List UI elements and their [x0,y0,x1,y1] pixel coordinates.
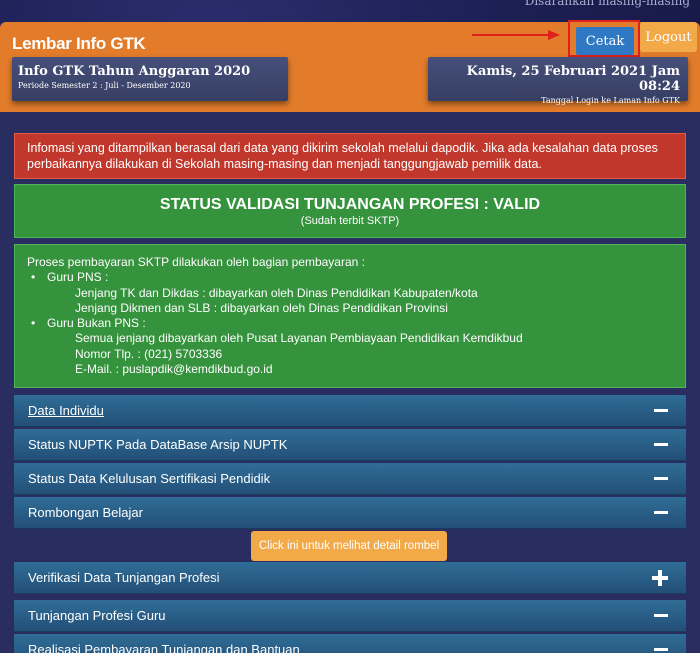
rombel-detail-button[interactable]: Click ini untuk melihat detail rombel [251,531,447,561]
period-subtitle: Periode Semester 2 : Juli - Desember 202… [18,81,191,90]
minus-icon[interactable] [654,511,668,514]
process-intro: Proses pembayaran SKTP dilakukan oleh ba… [27,255,365,269]
accordion-status-kelulusan[interactable]: Status Data Kelulusan Sertifikasi Pendid… [14,463,686,495]
accordion-rombongan-belajar[interactable]: Rombongan Belajar [14,497,686,529]
accordion-label: Status Data Kelulusan Sertifikasi Pendid… [28,471,271,486]
nonpns-line-2: Nomor Tlp. : (021) 5703336 [75,346,223,361]
login-date-title: Kamis, 25 Februari 2021 Jam 08:24 [466,64,680,94]
validation-status-heading: STATUS VALIDASI TUNJANGAN PROFESI : VALI… [159,196,541,213]
pns-line-1: Jenjang TK dan Dikdas : dibayarkan oleh … [75,285,478,300]
page-title: Lembar Info GTK [12,34,146,53]
period-info-box: Info GTK Tahun Anggaran 2020 Periode Sem… [12,57,288,101]
minus-icon[interactable] [654,648,668,651]
period-title: Info GTK Tahun Anggaran 2020 [18,64,251,79]
login-date-subtitle: Tanggal Login ke Laman Info GTK [541,96,680,105]
accordion-data-individu[interactable]: Data Individu [14,395,686,427]
pns-label: Guru PNS : [27,270,673,286]
accordion-label: Realisasi Pembayaran Tunjangan dan Bantu… [28,642,300,653]
accordion-label: Tunjangan Profesi Guru [28,608,166,623]
accordion-realisasi-pembayaran[interactable]: Realisasi Pembayaran Tunjangan dan Bantu… [14,634,686,653]
minus-icon[interactable] [654,477,668,480]
accordion-verifikasi-tunjangan[interactable]: Verifikasi Data Tunjangan Profesi [14,562,686,594]
accordion-status-nuptk[interactable]: Status NUPTK Pada DataBase Arsip NUPTK [14,429,686,461]
minus-icon[interactable] [654,409,668,412]
top-note-text: Disarankan masing-masing [524,0,690,8]
minus-icon[interactable] [654,614,668,617]
accordion-label: Rombongan Belajar [28,505,143,520]
validation-status-box: STATUS VALIDASI TUNJANGAN PROFESI : VALI… [14,184,686,238]
alert-line-2: perbaikannya dilakukan di Sekolah masing… [27,157,542,171]
nonpns-line-3: E-Mail. : puslapdik@kemdikbud.go.id [75,362,273,377]
accordion-label: Verifikasi Data Tunjangan Profesi [28,570,220,585]
validation-status-sub: (Sudah terbit SKTP) [300,215,400,227]
accordion-label: Data Individu [28,403,104,418]
arrow-right-icon [472,30,560,40]
logout-button[interactable]: Logout [640,22,697,52]
minus-icon[interactable] [654,443,668,446]
cetak-button[interactable]: Cetak [576,27,634,55]
pns-line-2: Jenjang Dikmen dan SLB : dibayarkan oleh… [75,300,448,315]
accordion-tunjangan-profesi[interactable]: Tunjangan Profesi Guru [14,600,686,632]
login-date-box: Kamis, 25 Februari 2021 Jam 08:24 Tangga… [428,57,688,105]
alert-line-1: Infomasi yang ditampilkan berasal dari d… [27,141,658,155]
nonpns-line-1: Semua jenjang dibayarkan oleh Pusat Laya… [75,331,523,346]
payment-process-box: Proses pembayaran SKTP dilakukan oleh ba… [14,244,686,388]
plus-icon-vertical [658,570,662,586]
data-source-alert: Infomasi yang ditampilkan berasal dari d… [14,133,686,179]
nonpns-label: Guru Bukan PNS : [27,316,673,332]
accordion-label: Status NUPTK Pada DataBase Arsip NUPTK [28,437,288,452]
